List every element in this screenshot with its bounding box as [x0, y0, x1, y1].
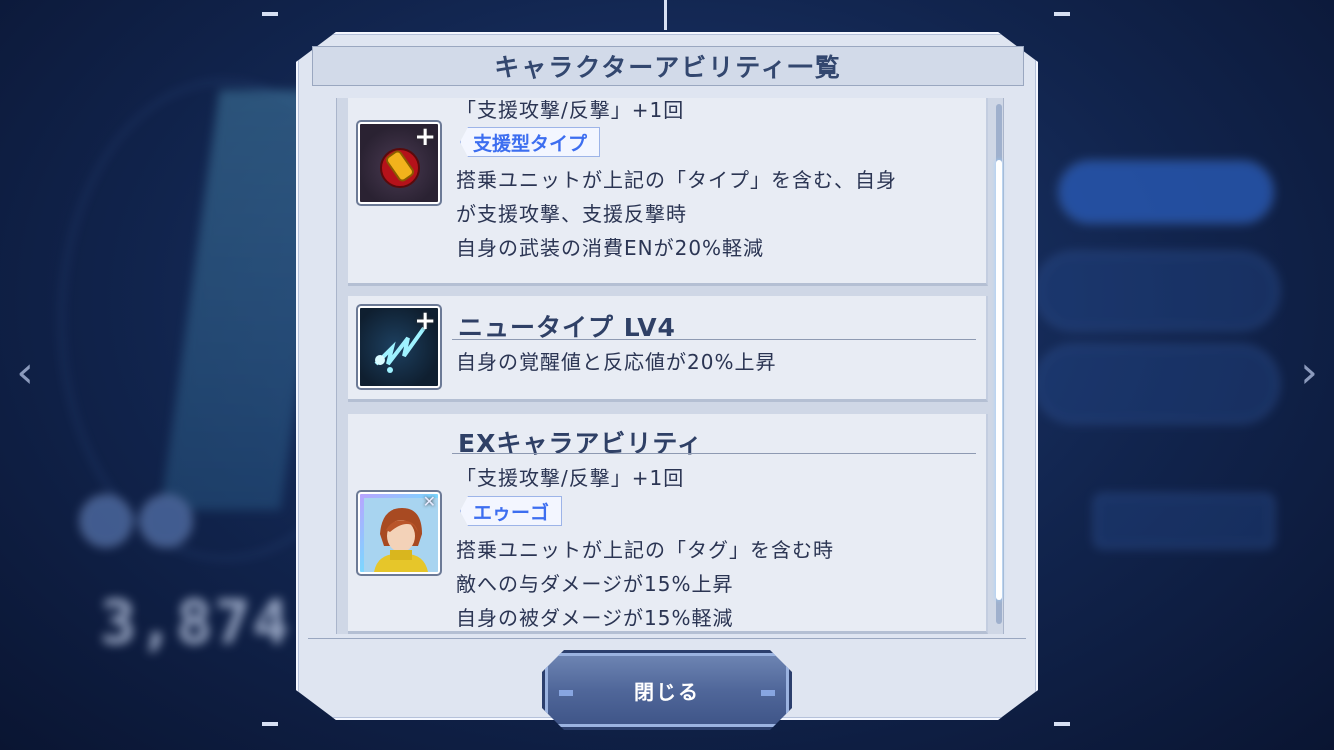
ability-desc-line: 搭乗ユニットが上記の「タイプ」を含む、自身 — [456, 168, 897, 192]
dialog-title: キャラクターアビリティ一覧 — [494, 53, 842, 82]
background-pill-button — [1035, 345, 1279, 423]
title-divider — [452, 453, 976, 454]
title-divider — [452, 339, 976, 340]
frame-corner — [262, 722, 278, 726]
ability-tag: 支援型タイプ — [460, 127, 601, 157]
frame-corner — [262, 12, 278, 16]
frame-corner — [1054, 722, 1070, 726]
ability-desc-line: 搭乗ユニットが上記の「タグ」を含む時 — [456, 538, 834, 562]
background-avatar-row — [80, 495, 192, 547]
ability-desc-line: が支援攻撃、支援反撃時 — [456, 202, 687, 226]
close-button[interactable]: 閉じる — [542, 650, 792, 730]
background-avatar — [140, 495, 192, 547]
ability-desc-line: 自身の覚醒値と反応値が20%上昇 — [456, 350, 777, 374]
ability-title: EXキャラアビリティ — [458, 429, 703, 458]
frame-corner — [1054, 12, 1070, 16]
prev-arrow-icon: ‹ — [16, 347, 34, 398]
ability-partial-line: 「支援攻撃/反撃」+1回 — [456, 98, 685, 122]
close-button-label: 閉じる — [634, 679, 700, 704]
ability-tag: エゥーゴ — [460, 496, 563, 526]
background-avatar — [80, 495, 132, 547]
ability-desc-line: 敵への与ダメージが15%上昇 — [456, 572, 734, 596]
scrollbar-thumb[interactable] — [996, 160, 1002, 600]
bullet-shell-icon: + — [356, 120, 442, 206]
ability-desc-line: 自身の武装の消費ENが20%軽減 — [456, 236, 765, 260]
button-decoration — [761, 690, 775, 696]
dialog-header: キャラクターアビリティ一覧 — [312, 46, 1024, 86]
frame-top-mark — [664, 0, 667, 30]
background-power-number: 3,874 — [100, 588, 291, 658]
background-pill-button — [1058, 160, 1274, 224]
background-pill-button — [1094, 494, 1274, 548]
next-arrow-icon: › — [1300, 347, 1318, 398]
button-decoration — [559, 690, 573, 696]
newtype-lightning-icon: + — [356, 304, 442, 390]
background-pill-button — [1035, 252, 1279, 330]
character-portrait-icon: ✕ — [356, 490, 442, 576]
ability-desc-line: 「支援攻撃/反撃」+1回 — [456, 466, 685, 490]
ability-desc-line: 自身の被ダメージが15%軽減 — [456, 606, 734, 630]
